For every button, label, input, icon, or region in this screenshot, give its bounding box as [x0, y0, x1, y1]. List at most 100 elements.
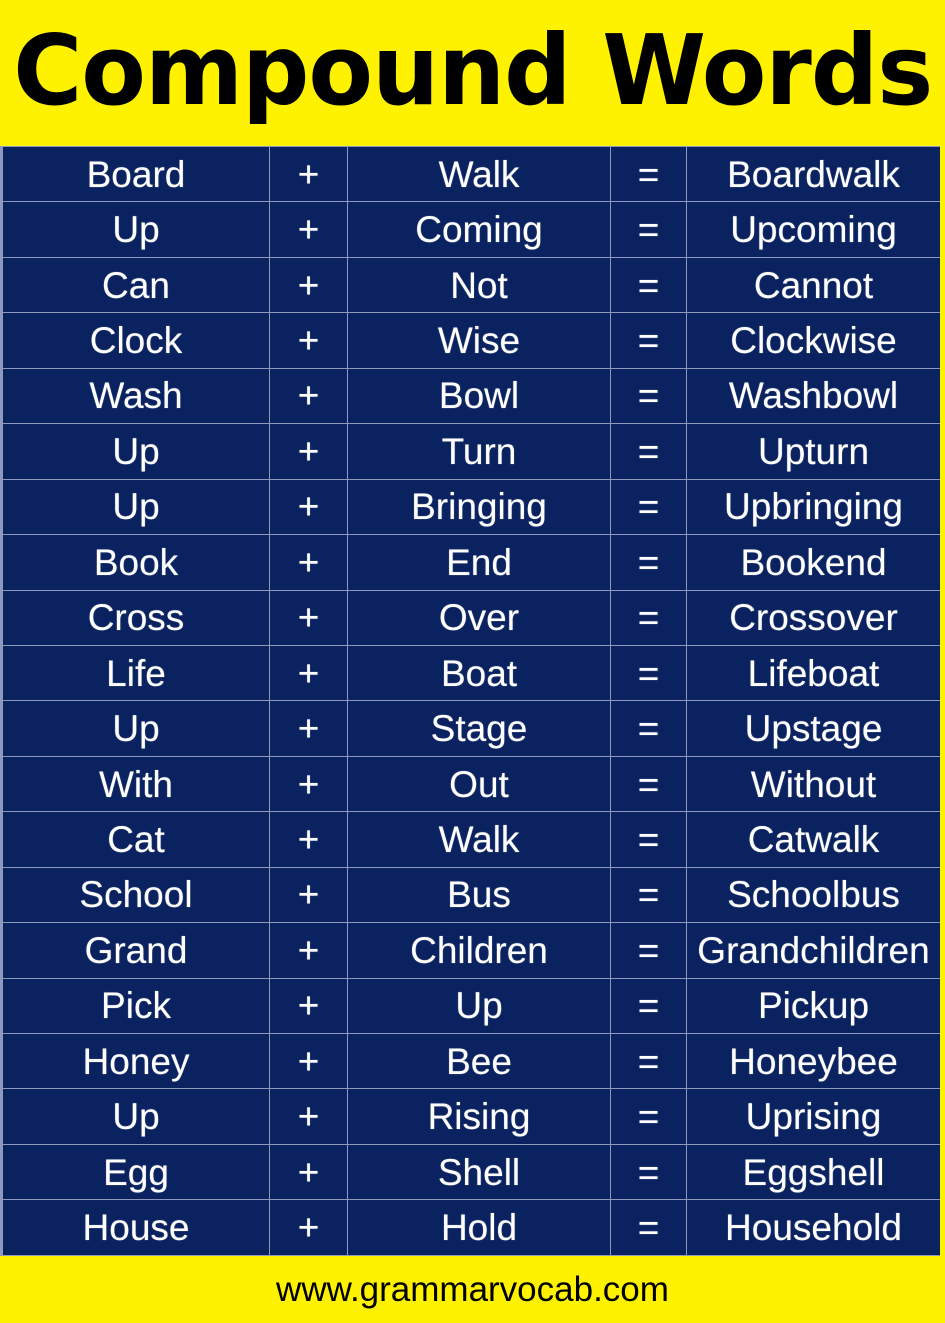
first-word-cell: School	[2, 866, 270, 924]
compound-words-poster: Compound Words Board + Walk = Boardwalk Up + Co…	[0, 0, 945, 1323]
plus-operator-cell: +	[269, 146, 348, 203]
compound-word-cell: Bookend	[686, 534, 940, 591]
compound-word-cell: Upturn	[686, 423, 940, 480]
table-row: Clock + Wise = Clockwise	[2, 312, 940, 369]
table-row: Egg + Shell = Eggshell	[2, 1143, 940, 1201]
compound-word-cell: Uprising	[686, 1088, 940, 1145]
second-word-cell: Bringing	[347, 478, 611, 536]
equals-operator-cell: =	[610, 922, 687, 979]
equals-operator-cell: =	[610, 977, 687, 1035]
plus-operator-cell: +	[269, 1143, 348, 1201]
table-row: Can + Not = Cannot	[2, 256, 940, 314]
equals-operator-cell: =	[610, 1143, 687, 1201]
table-row: Wash + Bowl = Washbowl	[2, 367, 940, 425]
compound-word-cell: Upstage	[686, 700, 940, 757]
plus-operator-cell: +	[269, 423, 348, 480]
plus-operator-cell: +	[269, 700, 348, 757]
table-row: Up + Turn = Upturn	[2, 423, 940, 480]
compound-word-cell: Boardwalk	[686, 146, 940, 203]
first-word-cell: With	[2, 755, 270, 813]
footer-banner: www.grammarvocab.com	[0, 1256, 945, 1323]
second-word-cell: Walk	[347, 811, 611, 868]
plus-operator-cell: +	[269, 755, 348, 813]
plus-operator-cell: +	[269, 312, 348, 369]
equals-operator-cell: =	[610, 866, 687, 924]
compound-word-cell: Grandchildren	[686, 922, 940, 979]
compound-word-cell: Crossover	[686, 589, 940, 646]
plus-operator-cell: +	[269, 1088, 348, 1145]
second-word-cell: End	[347, 534, 611, 591]
table-row: Grand + Children = Grandchildren	[2, 922, 940, 979]
compound-word-cell: Pickup	[686, 977, 940, 1035]
equals-operator-cell: =	[610, 367, 687, 425]
plus-operator-cell: +	[269, 589, 348, 646]
first-word-cell: Book	[2, 534, 270, 591]
table-row: Book + End = Bookend	[2, 534, 940, 591]
plus-operator-cell: +	[269, 811, 348, 868]
table-row: Cross + Over = Crossover	[2, 589, 940, 646]
table-row: Honey + Bee = Honeybee	[2, 1032, 940, 1090]
compound-word-cell: Clockwise	[686, 312, 940, 369]
second-word-cell: Bus	[347, 866, 611, 924]
compound-word-cell: Cannot	[686, 256, 940, 314]
first-word-cell: Grand	[2, 922, 270, 979]
table-row: Up + Coming = Upcoming	[2, 201, 940, 258]
first-word-cell: Cat	[2, 811, 270, 868]
equals-operator-cell: =	[610, 755, 687, 813]
second-word-cell: Shell	[347, 1143, 611, 1201]
compound-words-table: Board + Walk = Boardwalk Up + Coming = Upcoming Ca…	[2, 146, 940, 1256]
equals-operator-cell: =	[610, 811, 687, 868]
table-row: Up + Rising = Uprising	[2, 1088, 940, 1145]
first-word-cell: Wash	[2, 367, 270, 425]
compound-word-cell: Upcoming	[686, 201, 940, 258]
first-word-cell: Board	[2, 146, 270, 203]
plus-operator-cell: +	[269, 478, 348, 536]
plus-operator-cell: +	[269, 201, 348, 258]
second-word-cell: Stage	[347, 700, 611, 757]
equals-operator-cell: =	[610, 312, 687, 369]
second-word-cell: Boat	[347, 644, 611, 702]
second-word-cell: Over	[347, 589, 611, 646]
plus-operator-cell: +	[269, 644, 348, 702]
table-row: Board + Walk = Boardwalk	[2, 146, 940, 203]
compound-word-cell: Catwalk	[686, 811, 940, 868]
first-word-cell: Up	[2, 1088, 270, 1145]
compound-word-cell: Upbringing	[686, 478, 940, 536]
plus-operator-cell: +	[269, 256, 348, 314]
second-word-cell: Hold	[347, 1199, 611, 1256]
table-row: Pick + Up = Pickup	[2, 977, 940, 1035]
first-word-cell: Egg	[2, 1143, 270, 1201]
equals-operator-cell: =	[610, 1032, 687, 1090]
plus-operator-cell: +	[269, 367, 348, 425]
table-row: Up + Bringing = Upbringing	[2, 478, 940, 536]
first-word-cell: Up	[2, 700, 270, 757]
equals-operator-cell: =	[610, 644, 687, 702]
first-word-cell: Pick	[2, 977, 270, 1035]
plus-operator-cell: +	[269, 1032, 348, 1090]
compound-word-cell: Eggshell	[686, 1143, 940, 1201]
compound-word-cell: Washbowl	[686, 367, 940, 425]
equals-operator-cell: =	[610, 256, 687, 314]
title-banner: Compound Words	[0, 0, 945, 146]
first-word-cell: House	[2, 1199, 270, 1256]
table-row: House + Hold = Household	[2, 1199, 940, 1256]
second-word-cell: Out	[347, 755, 611, 813]
equals-operator-cell: =	[610, 534, 687, 591]
second-word-cell: Bowl	[347, 367, 611, 425]
plus-operator-cell: +	[269, 1199, 348, 1256]
plus-operator-cell: +	[269, 534, 348, 591]
second-word-cell: Walk	[347, 146, 611, 203]
page-title: Compound Words	[12, 13, 933, 127]
equals-operator-cell: =	[610, 589, 687, 646]
first-word-cell: Honey	[2, 1032, 270, 1090]
first-word-cell: Life	[2, 644, 270, 702]
plus-operator-cell: +	[269, 866, 348, 924]
equals-operator-cell: =	[610, 1199, 687, 1256]
equals-operator-cell: =	[610, 478, 687, 536]
table-row: Up + Stage = Upstage	[2, 700, 940, 757]
equals-operator-cell: =	[610, 423, 687, 480]
table-row: School + Bus = Schoolbus	[2, 866, 940, 924]
equals-operator-cell: =	[610, 146, 687, 203]
second-word-cell: Not	[347, 256, 611, 314]
equals-operator-cell: =	[610, 700, 687, 757]
